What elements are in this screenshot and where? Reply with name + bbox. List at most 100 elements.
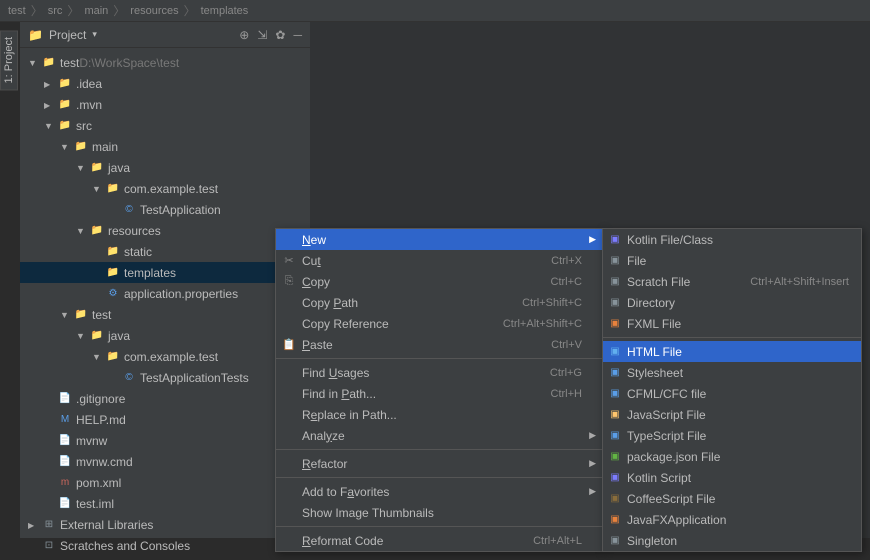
submenu-item-cfml-cfc-file[interactable]: ▣CFML/CFC file [603, 383, 861, 404]
submenu-item-javafxapplication[interactable]: ▣JavaFXApplication [603, 509, 861, 530]
file-icon: 📄 [58, 455, 72, 469]
tree-item-testapplication[interactable]: ©TestApplication [20, 199, 310, 220]
menu-item-copy-reference[interactable]: Copy ReferenceCtrl+Alt+Shift+C [276, 313, 602, 334]
tree-item-testapplicationtests[interactable]: ©TestApplicationTests [20, 367, 310, 388]
copy-icon: ⎘ [282, 275, 296, 288]
arrow-icon[interactable] [92, 184, 102, 194]
menu-separator [276, 526, 602, 527]
submenu-item-coffeescript-file[interactable]: ▣CoffeeScript File [603, 488, 861, 509]
tree-label: HELP.md [76, 413, 126, 427]
tree-label: com.example.test [124, 182, 218, 196]
html-icon: ▣ [607, 345, 623, 359]
menu-item-reformat-code[interactable]: Reformat CodeCtrl+Alt+L [276, 530, 602, 551]
coffee-icon: ▣ [607, 492, 623, 506]
side-tab-project[interactable]: 1: Project [0, 30, 18, 90]
submenu-label: Directory [627, 296, 849, 310]
folder-icon: 📁 [58, 119, 72, 133]
tree-item-src[interactable]: 📁src [20, 115, 310, 136]
menu-item-cut[interactable]: ✂CutCtrl+X [276, 250, 602, 271]
arrow-icon[interactable] [60, 310, 70, 320]
tree-item-pom-xml[interactable]: mpom.xml [20, 472, 310, 493]
tree-item-help-md[interactable]: MHELP.md [20, 409, 310, 430]
breadcrumb-item[interactable]: resources [130, 5, 178, 17]
dropdown-icon[interactable]: ▾ [92, 29, 97, 40]
tree-item-static[interactable]: 📁static [20, 241, 310, 262]
gear-icon[interactable]: ✿ [275, 28, 285, 42]
chevron-right-icon: ▶ [589, 430, 596, 441]
tree-item--gitignore[interactable]: 📄.gitignore [20, 388, 310, 409]
expand-icon[interactable]: ⇲ [257, 28, 267, 42]
submenu-item-stylesheet[interactable]: ▣Stylesheet [603, 362, 861, 383]
collapse-icon[interactable]: ─ [293, 28, 302, 42]
submenu-item-directory[interactable]: ▣Directory [603, 292, 861, 313]
tree-item-mvnw-cmd[interactable]: 📄mvnw.cmd [20, 451, 310, 472]
breadcrumb: test〉src〉main〉resources〉templates [0, 0, 870, 22]
menu-label: Copy [302, 275, 551, 289]
arrow-icon[interactable] [76, 331, 86, 341]
tree-item-java[interactable]: 📁java [20, 325, 310, 346]
submenu-item-kotlin-file-class[interactable]: ▣Kotlin File/Class [603, 229, 861, 250]
submenu-item-package-json-file[interactable]: ▣package.json File [603, 446, 861, 467]
submenu-label: Stylesheet [627, 366, 849, 380]
submenu-item-html-file[interactable]: ▣HTML File [603, 341, 861, 362]
arrow-icon[interactable] [76, 226, 86, 236]
context-menu: New▶✂CutCtrl+X⎘CopyCtrl+CCopy PathCtrl+S… [275, 228, 603, 552]
tree-item-com-example-test[interactable]: 📁com.example.test [20, 178, 310, 199]
tree-item-test[interactable]: 📁test [20, 304, 310, 325]
tree-item-test[interactable]: 📁test D:\WorkSpace\test [20, 52, 310, 73]
arrow-icon[interactable] [44, 100, 54, 110]
menu-item-refactor[interactable]: Refactor▶ [276, 453, 602, 474]
tree-item-external-libraries[interactable]: ⊞External Libraries [20, 514, 310, 535]
submenu-item-singleton[interactable]: ▣Singleton [603, 530, 861, 551]
chevron-right-icon: 〉 [184, 2, 196, 19]
arrow-icon[interactable] [60, 142, 70, 152]
menu-item-find-usages[interactable]: Find UsagesCtrl+G [276, 362, 602, 383]
tree-label: .mvn [76, 98, 102, 112]
breadcrumb-item[interactable]: test [8, 5, 26, 17]
menu-label: Analyze [302, 429, 582, 443]
tree-item-resources[interactable]: 📁resources [20, 220, 310, 241]
menu-item-copy-path[interactable]: Copy PathCtrl+Shift+C [276, 292, 602, 313]
submenu-item-scratch-file[interactable]: ▣Scratch FileCtrl+Alt+Shift+Insert [603, 271, 861, 292]
breadcrumb-item[interactable]: templates [201, 5, 249, 17]
arrow-icon[interactable] [76, 163, 86, 173]
tree-item-application-properties[interactable]: ⚙application.properties [20, 283, 310, 304]
arrow-icon[interactable] [28, 520, 38, 530]
arrow-icon[interactable] [92, 352, 102, 362]
menu-item-paste[interactable]: 📋PasteCtrl+V [276, 334, 602, 355]
menu-item-show-image-thumbnails[interactable]: Show Image Thumbnails [276, 502, 602, 523]
tree-item-templates[interactable]: 📁templates [20, 262, 310, 283]
submenu-item-file[interactable]: ▣File [603, 250, 861, 271]
submenu-item-javascript-file[interactable]: ▣JavaScript File [603, 404, 861, 425]
submenu-item-fxml-file[interactable]: ▣FXML File [603, 313, 861, 334]
arrow-icon[interactable] [28, 58, 38, 68]
breadcrumb-item[interactable]: src [48, 5, 63, 17]
tree-item--idea[interactable]: 📁.idea [20, 73, 310, 94]
tree-item--mvn[interactable]: 📁 .mvn [20, 94, 310, 115]
tree-item-test-iml[interactable]: 📄test.iml [20, 493, 310, 514]
tree-label: mvnw [76, 434, 107, 448]
target-icon[interactable]: ⊕ [239, 28, 249, 42]
tree-item-com-example-test[interactable]: 📁com.example.test [20, 346, 310, 367]
menu-item-new[interactable]: New▶ [276, 229, 602, 250]
tree-item-scratches-and-consoles[interactable]: ⊡Scratches and Consoles [20, 535, 310, 556]
tree-item-java[interactable]: 📁java [20, 157, 310, 178]
file-icon: ▣ [607, 254, 623, 268]
shortcut: Ctrl+G [550, 367, 582, 379]
submenu-item-typescript-file[interactable]: ▣TypeScript File [603, 425, 861, 446]
arrow-icon[interactable] [44, 121, 54, 131]
arrow-icon[interactable] [44, 79, 54, 89]
menu-item-add-to-favorites[interactable]: Add to Favorites▶ [276, 481, 602, 502]
folder-icon: 📁 [58, 98, 72, 112]
menu-item-analyze[interactable]: Analyze ▶ [276, 425, 602, 446]
tree-item-main[interactable]: 📁main [20, 136, 310, 157]
shortcut: Ctrl+V [551, 339, 582, 351]
breadcrumb-item[interactable]: main [84, 5, 108, 17]
menu-item-find-in-path-[interactable]: Find in Path...Ctrl+H [276, 383, 602, 404]
tree-label: java [108, 161, 130, 175]
submenu-item-kotlin-script[interactable]: ▣Kotlin Script [603, 467, 861, 488]
menu-item-copy[interactable]: ⎘CopyCtrl+C [276, 271, 602, 292]
tree-item-mvnw[interactable]: 📄mvnw [20, 430, 310, 451]
lib-icon: ⊞ [42, 518, 56, 532]
menu-item-replace-in-path-[interactable]: Replace in Path... [276, 404, 602, 425]
